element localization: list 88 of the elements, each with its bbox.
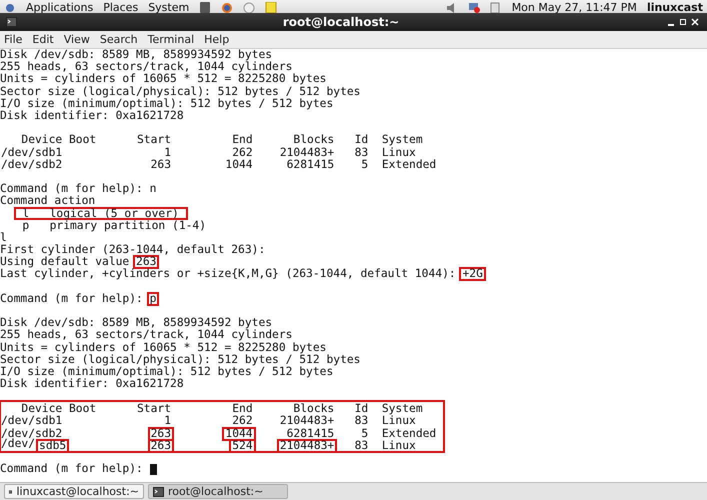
menu-item[interactable]: Edit bbox=[32, 33, 54, 46]
terminal-text: 83 bbox=[354, 441, 368, 451]
column-header: System bbox=[382, 404, 423, 414]
column-header: Id bbox=[354, 135, 368, 146]
terminal-text: 2104483+ bbox=[280, 416, 334, 426]
terminal-text: Disk /dev/sdb: 8589 MB, 8589934592 bytes bbox=[0, 318, 272, 328]
terminal-text: 262 bbox=[232, 148, 253, 158]
terminal-text: 5 bbox=[361, 428, 368, 439]
terminal-text: Linux bbox=[382, 416, 416, 426]
browser-icon[interactable] bbox=[221, 2, 234, 13]
highlighted-text: 524 bbox=[229, 439, 256, 453]
column-header: End bbox=[232, 404, 253, 414]
terminal-text: Linux bbox=[382, 441, 416, 451]
terminal-icon bbox=[153, 486, 164, 496]
highlighted-text: 263 bbox=[148, 439, 174, 453]
column-header: End bbox=[232, 135, 253, 146]
column-header: Start bbox=[137, 404, 172, 414]
column-header: Device Boot bbox=[21, 135, 96, 146]
column-header: Device Boot bbox=[21, 404, 96, 414]
column-header: Blocks bbox=[293, 404, 334, 414]
menu-item[interactable]: View bbox=[64, 33, 90, 46]
menu-item[interactable]: Help bbox=[204, 33, 230, 46]
terminal-text: 83 bbox=[354, 416, 368, 426]
highlighted-text: 263 bbox=[148, 426, 174, 441]
terminal-text: 263 bbox=[150, 160, 172, 170]
panel-menu[interactable]: Applications bbox=[26, 2, 94, 13]
highlighted-text: p bbox=[146, 292, 160, 306]
terminal-text: Units = cylinders of 16065 * 512 = 8225280 bytes bbox=[0, 74, 326, 84]
highlighted-text: +2G bbox=[459, 267, 486, 282]
terminal-text: First cylinder (263-1044, default 263): bbox=[0, 245, 266, 256]
highlighted-text: sdb5 bbox=[36, 439, 70, 453]
terminal-text: 1 bbox=[164, 416, 172, 426]
terminal-text: I/O size (minimum/optimal): 512 bytes / 512 bytes bbox=[0, 98, 334, 109]
terminal-text: Command action bbox=[0, 196, 96, 206]
panel-menu[interactable]: System bbox=[148, 2, 190, 13]
terminal-text: Using default value bbox=[0, 257, 130, 268]
column-header: System bbox=[382, 135, 423, 146]
terminal-text: 262 bbox=[232, 416, 253, 426]
terminal-text: 1 bbox=[164, 148, 172, 158]
highlighted-text: 1044 bbox=[222, 426, 256, 441]
terminal-text: Command (m for help): bbox=[0, 464, 143, 474]
highlighted-text: 263 bbox=[133, 255, 160, 270]
terminal-text: Extended bbox=[382, 428, 436, 439]
terminal-text: Last cylinder, +cylinders or +size{K,M,G} (263-1044, default 1044): bbox=[0, 269, 456, 280]
terminal-text: /dev/sdb1 bbox=[1, 416, 62, 426]
terminal-text: Command (m for help): n bbox=[0, 184, 156, 194]
terminal-text: 6281415 bbox=[286, 160, 334, 170]
terminal-text: p primary partition (1-4) bbox=[21, 219, 208, 232]
network-icon[interactable] bbox=[468, 2, 480, 13]
panel-menu[interactable]: Places bbox=[103, 2, 138, 13]
terminal-text: Sector size (logical/physical): 512 bytes / 512 bytes bbox=[0, 86, 360, 97]
terminal-text: 2104483+ bbox=[280, 148, 334, 158]
terminal-text: 255 heads, 63 sectors/track, 1044 cylinders bbox=[0, 330, 292, 340]
clock[interactable]: Mon May 27, 11:47 PM bbox=[512, 2, 637, 13]
window-icon bbox=[6, 17, 17, 27]
taskbar-button[interactable]: linuxcast@localhost:~ bbox=[4, 484, 144, 499]
terminal-text: /dev/sdb2 bbox=[1, 160, 62, 170]
terminal-text: 1044 bbox=[225, 160, 253, 170]
terminal-text: 255 heads, 63 sectors/track, 1044 cylinders bbox=[0, 62, 292, 72]
taskbar-button[interactable]: root@localhost:~ bbox=[148, 484, 288, 499]
terminal-text: I/O size (minimum/optimal): 512 bytes / 512 bytes bbox=[0, 366, 334, 377]
terminal-text: Disk identifier: 0xa1621728 bbox=[0, 111, 184, 122]
column-header: Id bbox=[354, 404, 368, 414]
terminal-text: Command (m for help): bbox=[0, 294, 143, 304]
terminal-text: Disk identifier: 0xa1621728 bbox=[0, 379, 184, 390]
terminal-text: /dev/sdb1 bbox=[1, 148, 62, 158]
terminal-text: 6281415 bbox=[286, 428, 334, 439]
terminal-text: Disk /dev/sdb: 8589 MB, 8589934592 bytes bbox=[0, 50, 272, 60]
highlighted-text: 2104483+ bbox=[276, 439, 338, 453]
highlighted-text: l logical (5 or over) bbox=[14, 207, 188, 220]
terminal-text: Extended bbox=[382, 160, 436, 170]
terminal-text: l bbox=[0, 232, 7, 243]
terminal-text: Sector size (logical/physical): 512 bytes / 512 bytes bbox=[0, 354, 360, 365]
column-header: Start bbox=[137, 135, 172, 146]
terminal-text: Linux bbox=[382, 148, 416, 158]
terminal-text: 5 bbox=[361, 160, 368, 170]
menu-item[interactable]: Terminal bbox=[148, 33, 194, 46]
user-name[interactable]: linuxcast bbox=[646, 2, 703, 13]
terminal-text: Units = cylinders of 16065 * 512 = 8225280 bytes bbox=[0, 342, 326, 353]
terminal-text: 83 bbox=[354, 148, 368, 158]
terminal-text: /dev/sdb2 bbox=[1, 428, 62, 439]
terminal-text: /dev/ bbox=[1, 439, 36, 452]
column-header: Blocks bbox=[293, 135, 334, 146]
window-title: root@localhost:~ bbox=[282, 15, 400, 29]
menu-item[interactable]: Search bbox=[100, 33, 138, 46]
menu-item[interactable]: File bbox=[4, 33, 22, 46]
close-button[interactable] bbox=[691, 18, 699, 26]
maximize-button[interactable] bbox=[679, 18, 687, 26]
